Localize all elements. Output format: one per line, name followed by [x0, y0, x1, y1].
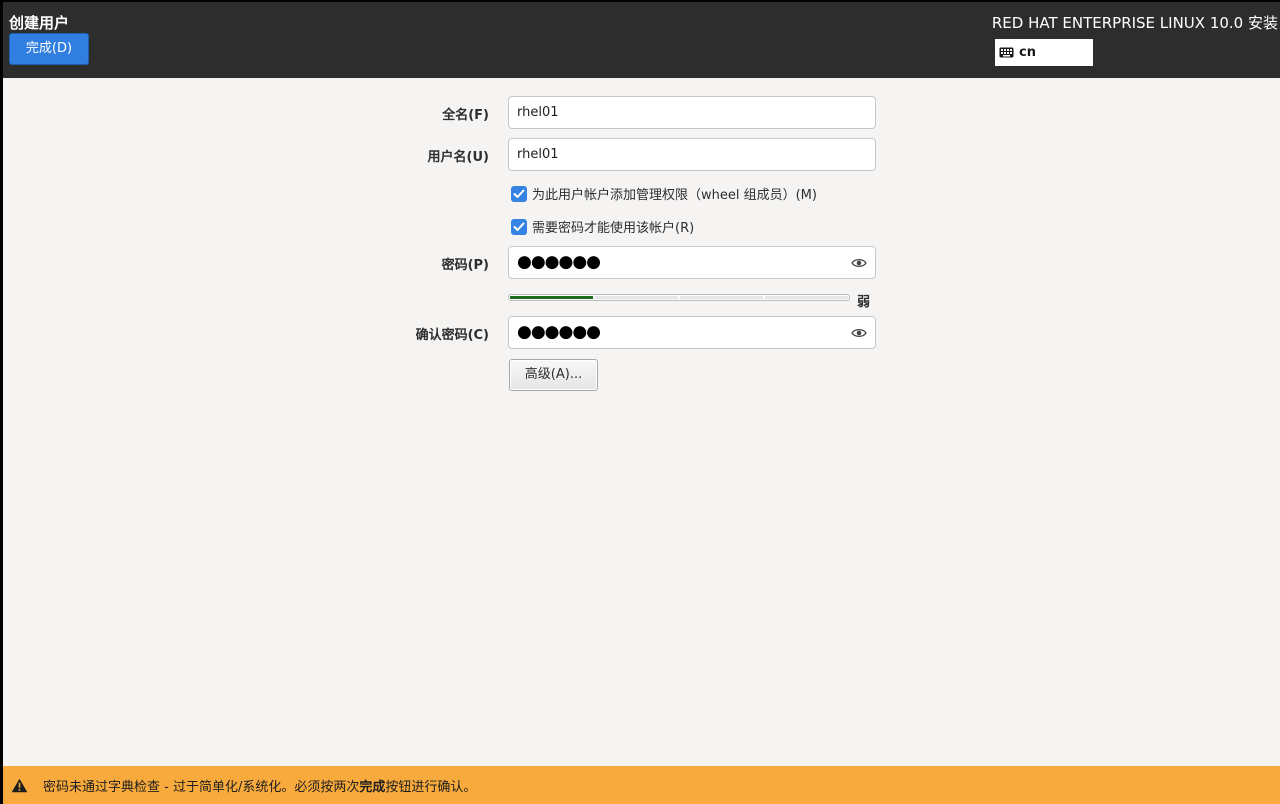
admin-checkbox-row[interactable]: 为此用户帐户添加管理权限（wheel 组成员）(M) — [511, 184, 817, 203]
password-strength-label: 弱 — [857, 295, 871, 310]
page-title: 创建用户 — [9, 14, 70, 32]
checkmark-icon — [513, 222, 525, 231]
username-input[interactable]: rhel01 — [508, 138, 876, 171]
keyboard-layout-indicator[interactable]: cn — [995, 39, 1093, 66]
keyboard-icon — [999, 47, 1014, 58]
require-password-checkbox-label: 需要密码才能使用该帐户(R) — [532, 221, 695, 236]
password-input[interactable]: ●●●●●● — [508, 246, 876, 279]
header-bar: 创建用户 完成(D) RED HAT ENTERPRISE LINUX 10.0… — [3, 2, 1280, 78]
done-button[interactable]: 完成(D) — [9, 33, 89, 65]
status-message-prefix: 密码未通过字典检查 - 过于简单化/系统化。必须按两次 — [43, 779, 360, 795]
username-value: rhel01 — [517, 147, 559, 162]
fullname-input[interactable]: rhel01 — [508, 96, 876, 129]
strength-segment — [765, 296, 848, 299]
password-label: 密码(P) — [441, 258, 489, 273]
advanced-button[interactable]: 高级(A)... — [509, 359, 598, 391]
admin-checkbox[interactable] — [511, 185, 527, 202]
eye-icon[interactable] — [851, 256, 867, 270]
fullname-label: 全名(F) — [442, 108, 489, 123]
require-password-checkbox[interactable] — [511, 218, 527, 235]
confirm-password-label: 确认密码(C) — [415, 328, 489, 343]
status-message: 密码未通过字典检查 - 过于简单化/系统化。必须按两次完成按钮进行确认。 — [43, 776, 476, 795]
username-label: 用户名(U) — [427, 150, 489, 165]
warning-status-bar[interactable]: 密码未通过字典检查 - 过于简单化/系统化。必须按两次完成按钮进行确认。 — [3, 766, 1280, 804]
password-mask: ●●●●●● — [517, 252, 601, 272]
checkmark-icon — [513, 189, 525, 198]
confirm-password-mask: ●●●●●● — [517, 322, 601, 342]
strength-segment — [595, 296, 678, 299]
product-title: RED HAT ENTERPRISE LINUX 10.0 安装 — [991, 14, 1278, 32]
confirm-password-input[interactable]: ●●●●●● — [508, 316, 876, 349]
keyboard-layout-label: cn — [1019, 45, 1036, 60]
status-message-bold: 完成 — [359, 779, 386, 795]
require-password-checkbox-row[interactable]: 需要密码才能使用该帐户(R) — [511, 217, 694, 236]
create-user-window: 创建用户 完成(D) RED HAT ENTERPRISE LINUX 10.0… — [3, 2, 1280, 804]
strength-segment — [680, 296, 763, 299]
password-strength-meter — [508, 294, 850, 301]
fullname-value: rhel01 — [517, 105, 559, 120]
strength-segment — [510, 296, 593, 299]
warning-icon — [11, 778, 28, 792]
status-message-suffix: 按钮进行确认。 — [385, 779, 477, 795]
eye-icon[interactable] — [851, 326, 867, 340]
admin-checkbox-label: 为此用户帐户添加管理权限（wheel 组成员）(M) — [532, 188, 817, 203]
